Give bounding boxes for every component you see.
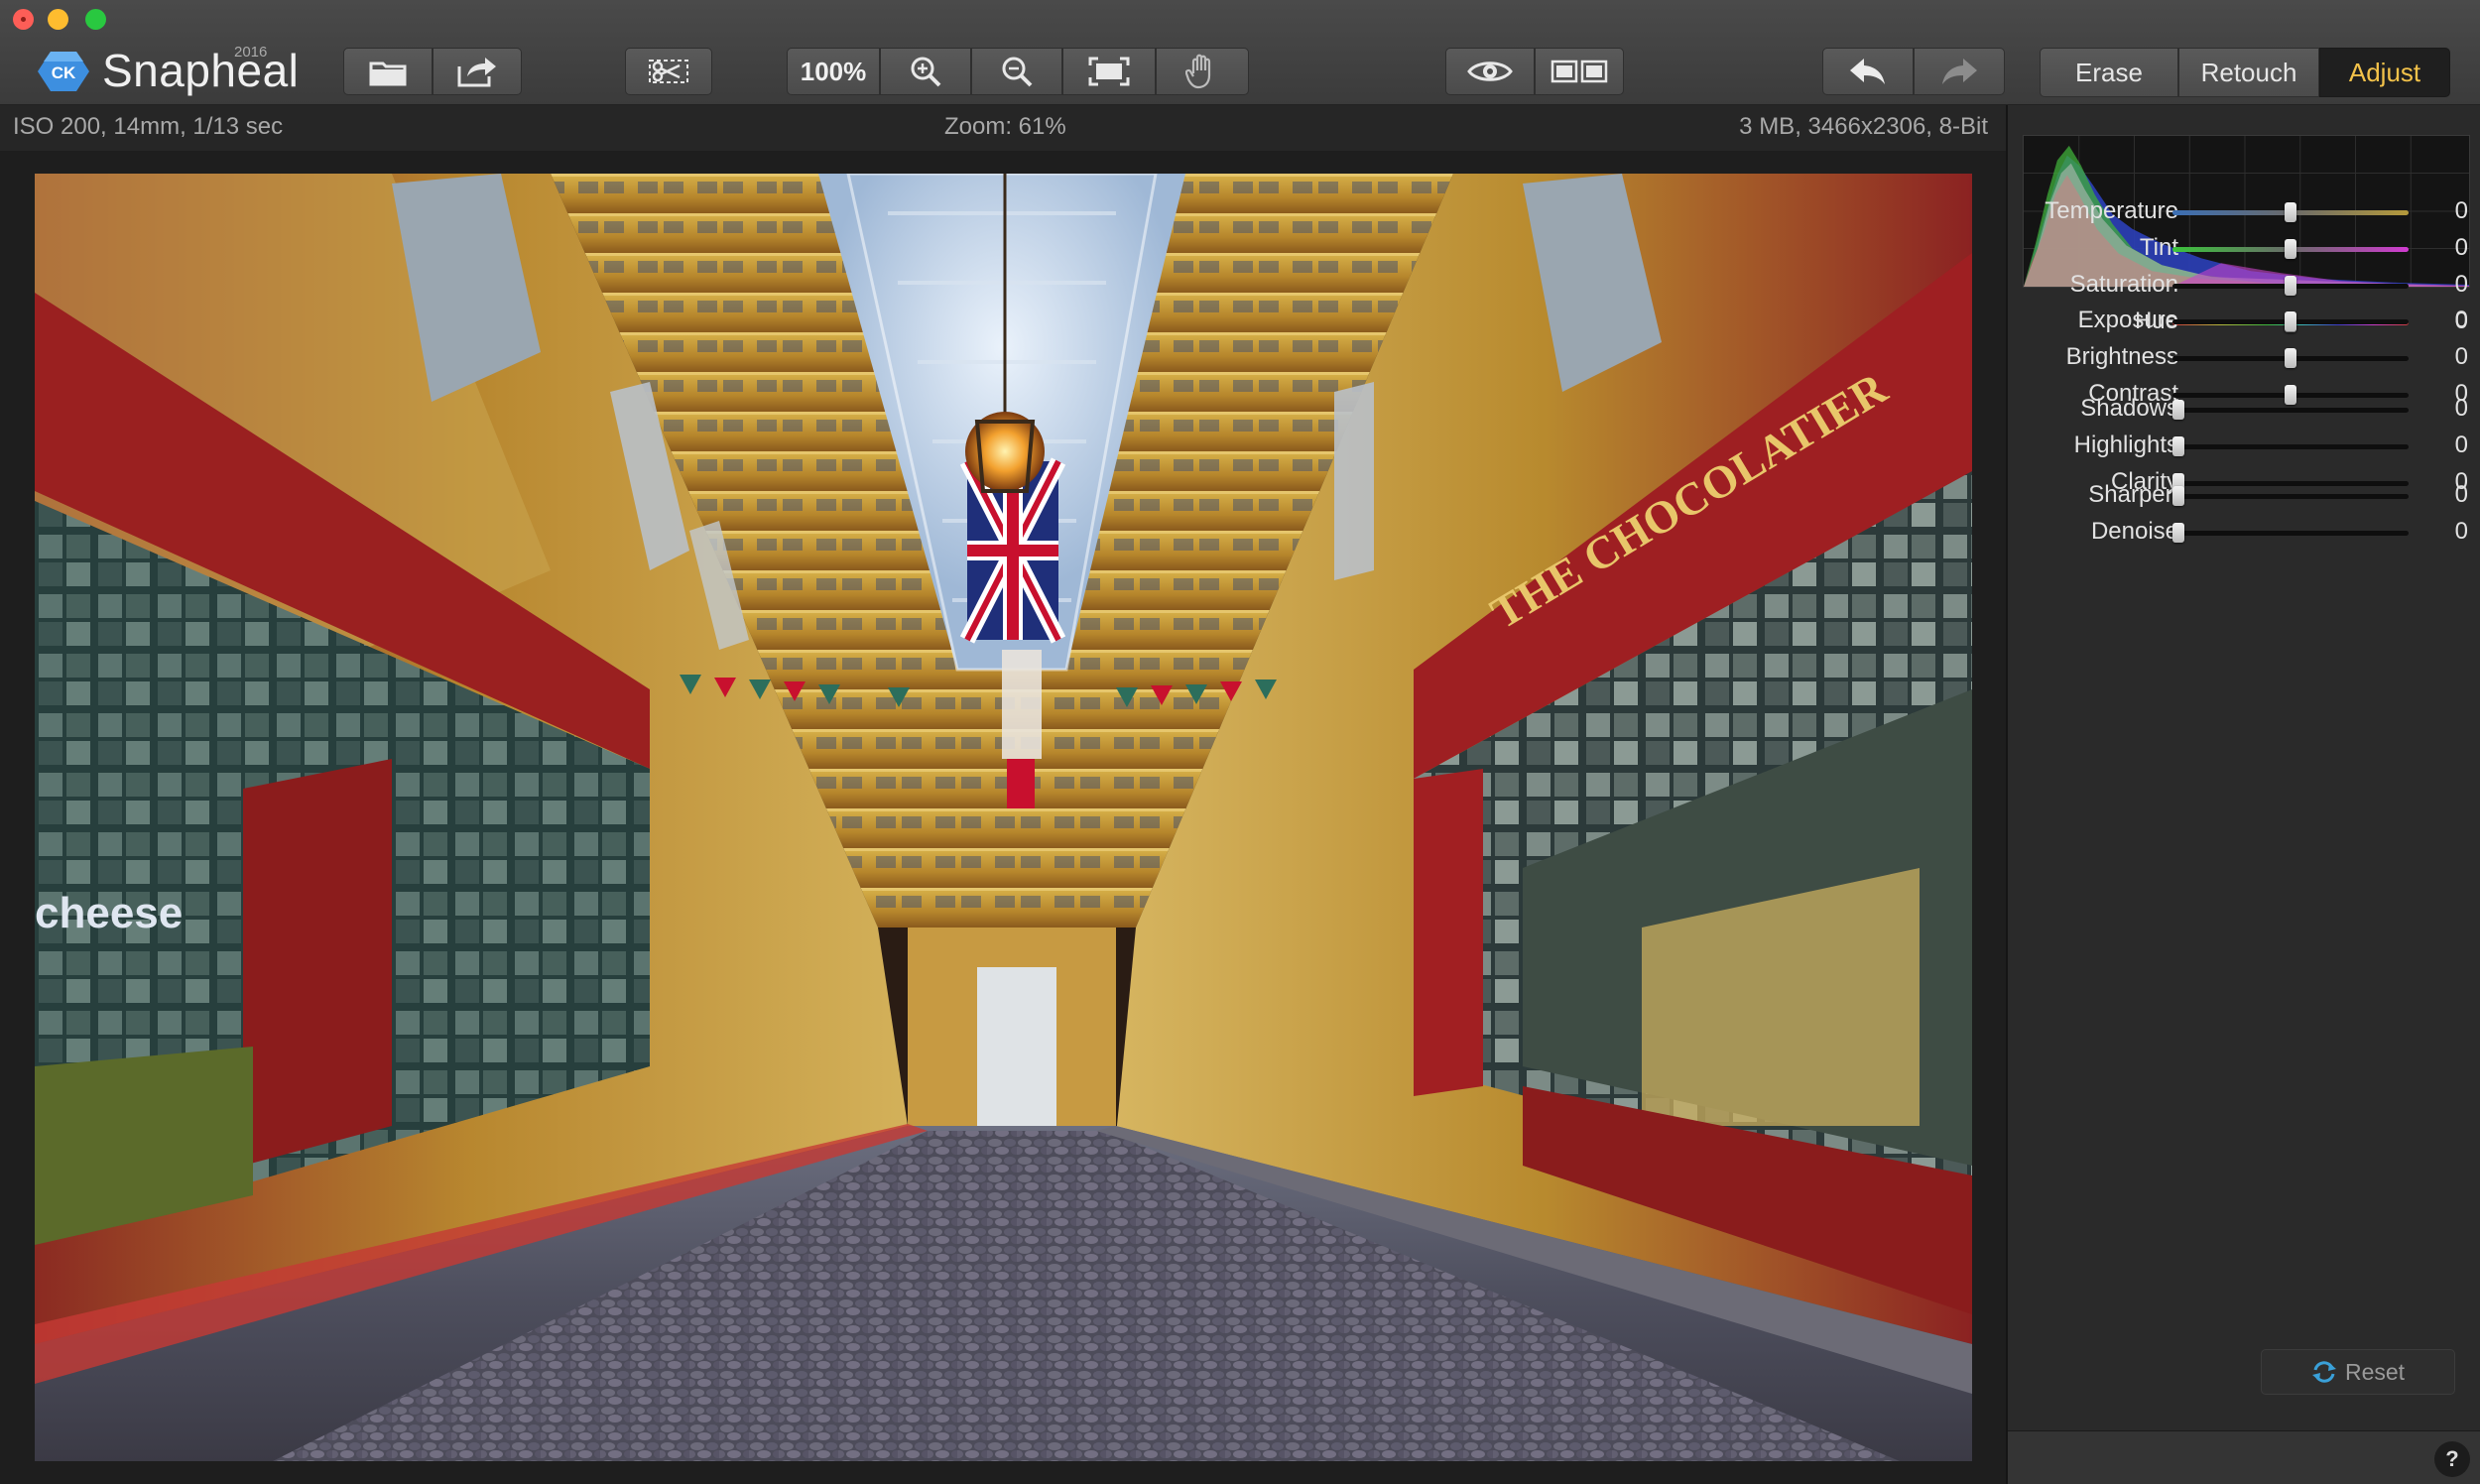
slider-label: Denoise — [2090, 518, 2178, 545]
slider-value: 0 — [2454, 234, 2468, 261]
window-minimize-button[interactable] — [48, 9, 68, 30]
sharpen-slider[interactable] — [2172, 486, 2409, 506]
redo-button[interactable] — [1914, 48, 2005, 95]
photo-leadenhall-market[interactable]: THE CHOCOLATIER cheese — [35, 174, 1972, 1461]
zoom-out-button[interactable] — [971, 48, 1062, 95]
compare-split-icon — [1550, 60, 1608, 83]
adjust-panel: Temperature 0 Tint 0 Saturation 0 Hue 0 Exposure… — [2006, 105, 2480, 1484]
zoom-100-label: 100% — [800, 56, 867, 86]
slider-label: Shadows — [2080, 395, 2178, 422]
slider-row-shadows: Shadows 0 — [2008, 392, 2480, 428]
slider-label: Sharpen — [2088, 481, 2178, 508]
image-info-bar: ISO 200, 14mm, 1/13 sec Zoom: 61% 3 MB, … — [0, 105, 2006, 151]
slider-label: Exposure — [2077, 307, 2178, 333]
hand-pan-icon — [1185, 54, 1211, 89]
slider-value: 0 — [2454, 481, 2468, 508]
slider-thumb[interactable] — [2172, 400, 2184, 420]
hand-pan-button[interactable] — [1156, 48, 1249, 95]
highlights-slider[interactable] — [2172, 436, 2409, 456]
help-button[interactable]: ? — [2434, 1441, 2470, 1477]
app-year: 2016 — [234, 44, 268, 61]
share-button[interactable] — [433, 48, 522, 95]
exposure-slider[interactable] — [2172, 311, 2409, 331]
tab-adjust[interactable]: Adjust — [2319, 48, 2450, 97]
app-title: Snapheal — [102, 45, 300, 96]
file-info: 3 MB, 3466x2306, 8-Bit — [1739, 113, 1988, 140]
snapheal-window: CK Snapheal 2016 100% Erase Retouch Adju… — [0, 0, 2480, 1484]
crop-button[interactable] — [625, 48, 712, 95]
slider-value: 0 — [2454, 432, 2468, 458]
slider-row-highlights: Highlights 0 — [2008, 429, 2480, 464]
reset-label: Reset — [2344, 1358, 2406, 1385]
slider-thumb[interactable] — [2172, 486, 2184, 506]
temperature-slider[interactable] — [2172, 202, 2409, 222]
slider-value: 0 — [2454, 343, 2468, 370]
slider-row-temperature: Temperature 0 — [2008, 194, 2480, 230]
slider-label: Highlights — [2073, 432, 2178, 458]
zoom-in-icon — [911, 57, 941, 87]
slider-row-saturation: Saturation 0 — [2008, 268, 2480, 304]
tab-retouch[interactable]: Retouch — [2178, 48, 2319, 97]
zoom-in-button[interactable] — [880, 48, 971, 95]
slider-value: 0 — [2454, 518, 2468, 545]
slider-value: 0 — [2454, 395, 2468, 422]
reset-button[interactable]: Reset — [2261, 1349, 2455, 1395]
slider-thumb[interactable] — [2172, 436, 2184, 456]
camera-info: ISO 200, 14mm, 1/13 sec — [13, 113, 284, 140]
zoom-out-icon — [1002, 57, 1033, 87]
slider-row-tint: Tint 0 — [2008, 231, 2480, 267]
slider-thumb[interactable] — [2285, 202, 2296, 222]
slider-row-brightness: Brightness 0 — [2008, 340, 2480, 376]
saturation-slider[interactable] — [2172, 276, 2409, 296]
toolbar: CK Snapheal 2016 100% Erase Retouch Adju… — [0, 0, 2480, 105]
window-close-button[interactable] — [13, 9, 34, 30]
redo-arrow-icon — [1942, 59, 1977, 84]
undo-arrow-icon — [1850, 59, 1885, 84]
share-icon — [457, 58, 496, 87]
zoom-readout: Zoom: 61% — [944, 113, 1066, 140]
preview-eye-icon — [1467, 62, 1513, 81]
slider-thumb[interactable] — [2285, 311, 2296, 331]
slider-row-exposure: Exposure 0 — [2008, 304, 2480, 339]
reset-refresh-icon — [2311, 1361, 2336, 1383]
open-button[interactable] — [343, 48, 433, 95]
slider-value: 0 — [2454, 271, 2468, 298]
tint-slider[interactable] — [2172, 239, 2409, 259]
undo-button[interactable] — [1822, 48, 1914, 95]
panel-footer: ? — [2008, 1430, 2480, 1484]
app-logo-icon: CK — [38, 52, 89, 91]
brightness-slider[interactable] — [2172, 348, 2409, 368]
denoise-slider[interactable] — [2172, 523, 2409, 543]
open-folder-icon — [369, 62, 407, 86]
slider-label: Temperature — [2045, 197, 2178, 224]
slider-thumb[interactable] — [2285, 239, 2296, 259]
fit-to-screen-button[interactable] — [1062, 48, 1156, 95]
tab-erase[interactable]: Erase — [2040, 48, 2178, 97]
slider-thumb[interactable] — [2285, 276, 2296, 296]
compare-button[interactable] — [1535, 48, 1624, 95]
crop-scissors-icon — [649, 60, 688, 83]
shop-sign-cheese: cheese — [35, 889, 183, 937]
zoom-100-button[interactable]: 100% — [787, 48, 880, 95]
slider-label: Brightness — [2065, 343, 2178, 370]
slider-thumb[interactable] — [2285, 348, 2296, 368]
slider-row-denoise: Denoise 0 — [2008, 515, 2480, 551]
fit-to-screen-icon — [1088, 57, 1130, 86]
shadows-slider[interactable] — [2172, 400, 2409, 420]
image-canvas[interactable]: THE CHOCOLATIER cheese — [0, 151, 2006, 1484]
slider-value: 0 — [2454, 307, 2468, 333]
slider-label: Saturation — [2069, 271, 2178, 298]
app-logo-badge-text: CK — [52, 63, 76, 82]
window-zoom-button[interactable] — [85, 9, 106, 30]
slider-value: 0 — [2454, 197, 2468, 224]
slider-thumb[interactable] — [2172, 523, 2184, 543]
slider-row-sharpen: Sharpen 0 — [2008, 478, 2480, 514]
preview-button[interactable] — [1445, 48, 1535, 95]
